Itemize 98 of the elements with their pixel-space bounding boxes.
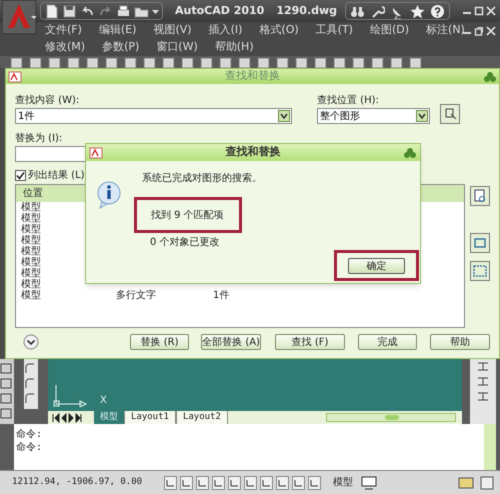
menu-item[interactable]: 帮助(H)	[214, 39, 254, 56]
menu-item[interactable]: 格式(O)	[259, 22, 299, 39]
select-objects-icon[interactable]	[470, 233, 490, 253]
app-logo-icon	[89, 146, 103, 158]
dialog-button[interactable]: 替换 (R)	[130, 334, 190, 350]
zoom-to-icon[interactable]	[470, 186, 490, 206]
create-selection-icon[interactable]	[470, 261, 490, 281]
dialog-button[interactable]: 帮助	[430, 334, 490, 350]
dialog-button[interactable]: 完成	[358, 334, 417, 350]
column-header[interactable]: 位置	[23, 186, 43, 201]
table-cell-text: 模型	[21, 202, 42, 212]
field-label: 替换为 (I):	[15, 132, 64, 146]
checkmark-icon	[16, 170, 25, 180]
layout-tab[interactable]: 模型	[94, 411, 124, 424]
menu-item[interactable]: 修改(M)	[45, 39, 86, 56]
drafting-toggle-icon[interactable]	[276, 476, 289, 490]
draw-tool-icon[interactable]	[0, 378, 12, 389]
draw-tool-icon[interactable]	[0, 408, 12, 419]
drafting-toggle-icon[interactable]	[244, 476, 257, 490]
drafting-toggle-icon[interactable]	[292, 476, 305, 490]
menu-item[interactable]: 参数(P)	[102, 39, 140, 56]
application-logo-icon[interactable]	[2, 0, 36, 34]
table-cell-text: 1件	[213, 290, 230, 300]
app-title: AutoCAD 2010	[175, 2, 264, 19]
restore-icon[interactable]	[474, 26, 484, 36]
table-cell-text: 模型	[21, 280, 42, 290]
table-cell-text: 模型	[21, 268, 42, 278]
dialog-button[interactable]: 查找 (F)	[275, 334, 345, 350]
clean-screen-icon[interactable]	[480, 476, 494, 490]
drafting-toggle-icon[interactable]	[308, 476, 321, 490]
table-cell-text: 模型	[21, 236, 42, 246]
dialog-button[interactable]: 全部替换 (A)	[201, 334, 262, 350]
changed-count-text: 0 个对象已更改	[150, 236, 220, 250]
ok-button[interactable]: 确定	[348, 258, 405, 274]
draw-tool-icon[interactable]	[0, 393, 12, 404]
table-cell-text: 模型	[21, 258, 42, 268]
workspace-icon[interactable]	[458, 476, 474, 490]
clover-icon	[483, 70, 497, 82]
checkbox-label[interactable]: 列出结果 (L)	[28, 168, 85, 182]
close-icon[interactable]	[486, 6, 496, 16]
close-icon[interactable]	[486, 26, 496, 36]
expand-chevron-icon[interactable]	[23, 334, 39, 350]
find-input-field[interactable]: 1件	[15, 108, 292, 124]
layout-tab[interactable]: Layout1	[124, 411, 176, 424]
checkbox[interactable]	[15, 170, 26, 180]
table-cell-text: 模型	[21, 290, 42, 300]
menu-item[interactable]: 窗口(W)	[156, 39, 198, 56]
table-cell-text: 模型	[21, 214, 42, 224]
menu-item[interactable]: 标注(N)	[426, 22, 465, 39]
drafting-toggle-icon[interactable]	[212, 476, 225, 490]
select-objects-button-icon[interactable]	[440, 104, 460, 124]
command-line: 命令:	[16, 441, 44, 454]
star-icon[interactable]	[410, 4, 425, 18]
menu-item[interactable]: 视图(V)	[153, 22, 192, 39]
help-icon[interactable]	[430, 4, 445, 18]
drafting-toggle-icon[interactable]	[164, 476, 177, 490]
menu-item[interactable]: 插入(I)	[208, 22, 242, 39]
save-icon[interactable]	[62, 4, 77, 18]
layout-icon[interactable]	[361, 476, 377, 490]
table-cell-text: 模型	[21, 246, 42, 256]
maximize-icon[interactable]	[474, 6, 484, 16]
drafting-toggle-icon[interactable]	[196, 476, 209, 490]
drafting-toggle-icon[interactable]	[180, 476, 193, 490]
dimension-tool-icon[interactable]	[477, 391, 489, 402]
table-cell-text: 多行文字	[116, 290, 157, 300]
clover-icon	[403, 146, 417, 158]
information-icon	[96, 181, 122, 209]
horizontal-scrollbar[interactable]	[326, 413, 456, 422]
file-name: 1290.dwg	[276, 2, 338, 19]
table-cell-text: 模型	[21, 224, 42, 234]
menu-item[interactable]: 工具(T)	[316, 22, 353, 39]
command-line: 命令:	[16, 428, 44, 441]
match-count-text: 找到 9 个匹配项	[151, 208, 224, 222]
dimension-tool-icon[interactable]	[477, 361, 489, 372]
print-icon[interactable]	[116, 4, 131, 18]
menu-item[interactable]: 编辑(E)	[98, 22, 136, 39]
menu-item[interactable]: 绘图(D)	[370, 22, 410, 39]
dialog-title: 查找和替换	[224, 68, 281, 84]
new-file-icon[interactable]	[44, 4, 59, 18]
modify-tool-icon[interactable]	[24, 378, 36, 389]
draw-tool-icon[interactable]	[0, 363, 12, 374]
field-label: 查找内容 (W):	[15, 94, 80, 108]
modify-tool-icon[interactable]	[24, 363, 36, 374]
location-dropdown[interactable]: 整个图形	[317, 108, 430, 124]
menu-item[interactable]: 文件(F)	[45, 22, 82, 39]
axis-label: X	[100, 394, 107, 408]
vertical-scrollbar[interactable]	[484, 424, 496, 470]
app-logo-icon	[8, 70, 22, 82]
coordinates-readout: 12112.94, -1906.97, 0.00	[12, 476, 144, 489]
drafting-toggle-icon[interactable]	[228, 476, 241, 490]
message-text: 系统已完成对图形的搜索。	[142, 172, 262, 186]
model-space-button[interactable]: 模型	[331, 475, 355, 490]
modify-tool-icon[interactable]	[24, 393, 36, 404]
message-box-title: 查找和替换	[226, 144, 280, 160]
drafting-toggle-icon[interactable]	[260, 476, 273, 490]
field-label: 查找位置 (H):	[317, 94, 380, 108]
layout-tab[interactable]: Layout2	[176, 411, 228, 424]
dimension-tool-icon[interactable]	[477, 376, 489, 387]
